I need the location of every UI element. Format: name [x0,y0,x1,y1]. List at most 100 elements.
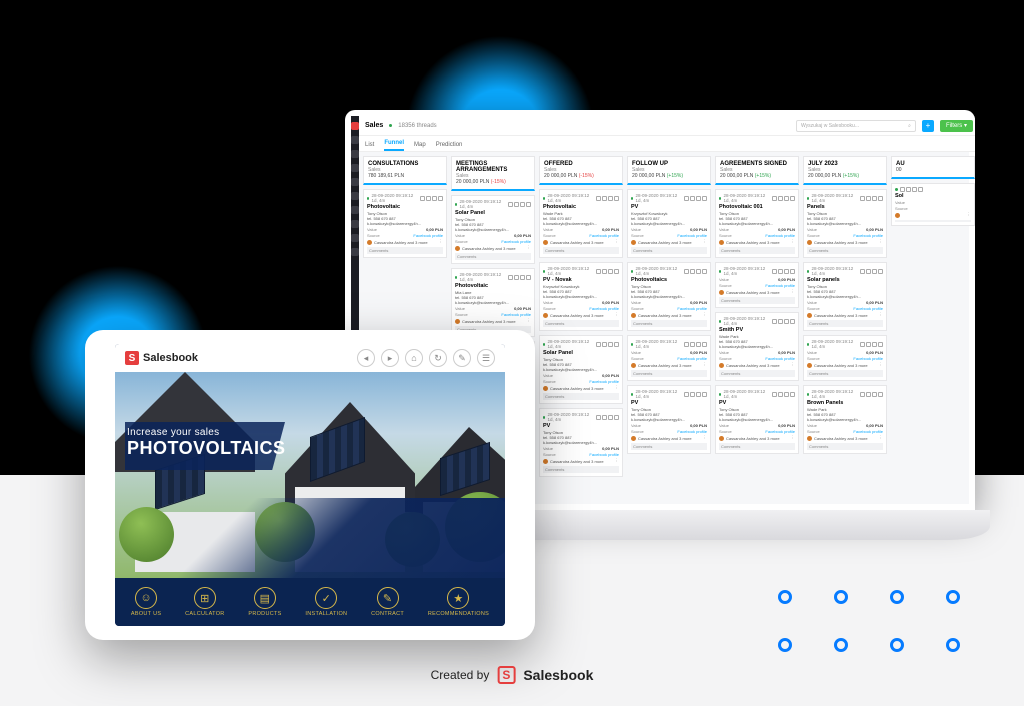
card-action-icons[interactable] [684,392,707,397]
tab-prediction[interactable]: Prediction [436,142,463,151]
card-action-icons[interactable] [860,392,883,397]
kanban-card[interactable]: 28-09-2020 09:19:12 1d, 4mBrown PanelsWa… [803,385,887,454]
card-action-icons[interactable] [596,342,619,347]
kanban-card[interactable]: 28-09-2020 09:19:12 1d, 4mPhotovoltaicsT… [627,262,711,331]
card-source[interactable]: Facebook profile [853,356,883,361]
kanban-card[interactable]: 28-09-2020 09:19:12 1d, 4m Value0,00 PLN… [715,262,799,308]
kanban-card[interactable]: 28-09-2020 09:19:12 1d, 4mPhotovoltaic 0… [715,189,799,258]
sidebar-icon[interactable] [351,248,359,256]
sidebar-icon[interactable] [351,234,359,242]
more-icon[interactable]: ⋮ [615,458,620,464]
card-comments[interactable]: Comments [631,443,707,450]
card-action-icons[interactable] [596,196,619,201]
card-action-icons[interactable] [900,187,923,192]
sidebar-icon[interactable] [351,178,359,186]
card-action-icons[interactable] [772,269,795,274]
more-icon[interactable]: ⋮ [791,435,796,441]
card-source[interactable]: Facebook profile [677,356,707,361]
card-source[interactable]: Facebook profile [853,429,883,434]
more-icon[interactable]: ⋮ [879,239,884,245]
kanban-card[interactable]: Sol Value Source ⋮ [891,183,975,226]
card-comments[interactable]: Comments [631,320,707,327]
more-icon[interactable]: ⋮ [879,435,884,441]
toolbar-icon[interactable]: ▸ [381,349,399,367]
card-comments[interactable]: Comments [807,320,883,327]
card-comments[interactable]: Comments [807,443,883,450]
card-source[interactable]: Facebook profile [677,233,707,238]
card-action-icons[interactable] [508,202,531,207]
card-source[interactable]: Facebook profile [677,306,707,311]
kanban-card[interactable]: 28-09-2020 09:19:12 1d, 4mPhotovoltaicMi… [451,268,535,337]
card-comments[interactable]: Comments [543,466,619,473]
sidebar-icon[interactable] [351,192,359,200]
card-source[interactable]: Facebook profile [589,233,619,238]
kanban-card[interactable]: 28-09-2020 09:19:12 1d, 4mSolar panelsTo… [803,262,887,331]
more-icon[interactable]: ⋮ [791,239,796,245]
tab-list[interactable]: List [365,142,374,151]
card-action-icons[interactable] [772,319,795,324]
tablet-nav-item[interactable]: ☺ABOUT US [131,587,161,617]
card-comments[interactable]: Comments [631,247,707,254]
tablet-nav-item[interactable]: ⊞CALCULATOR [185,587,224,617]
kanban-card[interactable]: 28-09-2020 09:19:12 1d, 4mPhotovoltaicTo… [363,189,447,258]
card-comments[interactable]: Comments [719,297,795,304]
tab-funnel[interactable]: Funnel [384,140,404,151]
card-comments[interactable]: Comments [719,247,795,254]
kanban-card[interactable]: 28-09-2020 09:19:12 1d, 4mSmith PVWade P… [715,312,799,381]
more-icon[interactable]: ⋮ [615,385,620,391]
sidebar-icon[interactable] [351,150,359,158]
kanban-card[interactable]: 28-09-2020 09:19:12 1d, 4mPVTony Olsonte… [715,385,799,454]
card-source[interactable]: Facebook profile [677,429,707,434]
add-button[interactable]: + [922,120,934,132]
kanban-card[interactable]: 28-09-2020 09:19:12 1d, 4m Value0,00 PLN… [627,335,711,381]
tablet-nav-item[interactable]: ▤PRODUCTS [248,587,281,617]
more-icon[interactable]: ⋮ [791,289,796,295]
kanban-card[interactable]: 28-09-2020 09:19:12 1d, 4mPV - NovakKrzy… [539,262,623,331]
more-icon[interactable]: ⋮ [879,312,884,318]
card-action-icons[interactable] [508,275,531,280]
toolbar-icon[interactable]: ☰ [477,349,495,367]
card-source[interactable]: Facebook profile [853,233,883,238]
card-comments[interactable]: Comments [719,443,795,450]
kanban-card[interactable]: 28-09-2020 09:19:12 1d, 4mSolar PanelTon… [451,195,535,264]
card-source[interactable]: Facebook profile [765,233,795,238]
card-action-icons[interactable] [420,196,443,201]
card-source[interactable]: Facebook profile [765,356,795,361]
kanban-card[interactable]: 28-09-2020 09:19:12 1d, 4mPanelsTony Ols… [803,189,887,258]
card-source[interactable]: Facebook profile [589,306,619,311]
more-icon[interactable]: ⋮ [615,312,620,318]
more-icon[interactable]: ⋮ [703,312,708,318]
search-input[interactable]: Wyszukaj w Salesbooku... ⌕ [796,120,916,132]
tablet-nav-item[interactable]: ✎CONTRACT [371,587,404,617]
card-action-icons[interactable] [860,269,883,274]
card-source[interactable]: Facebook profile [589,379,619,384]
card-comments[interactable] [895,220,971,222]
card-source[interactable]: Facebook profile [501,312,531,317]
tablet-nav-item[interactable]: ★RECOMMENDATIONS [428,587,489,617]
toolbar-icon[interactable]: ⌂ [405,349,423,367]
card-action-icons[interactable] [860,196,883,201]
sidebar-icon[interactable] [351,164,359,172]
card-comments[interactable]: Comments [455,253,531,260]
toolbar-icon[interactable]: ↻ [429,349,447,367]
card-action-icons[interactable] [684,269,707,274]
card-comments[interactable]: Comments [631,370,707,377]
tablet-nav-item[interactable]: ✓INSTALLATION [305,587,347,617]
more-icon[interactable]: ⋮ [439,239,444,245]
card-action-icons[interactable] [860,342,883,347]
sidebar-icon[interactable] [351,220,359,228]
more-icon[interactable]: ⋮ [703,435,708,441]
card-comments[interactable]: Comments [719,370,795,377]
card-comments[interactable]: Comments [807,370,883,377]
card-comments[interactable]: Comments [367,247,443,254]
kanban-card[interactable]: 28-09-2020 09:19:12 1d, 4mPVTony Olsonte… [627,385,711,454]
sidebar-icon[interactable] [351,136,359,144]
kanban-card[interactable]: 28-09-2020 09:19:12 1d, 4m Value0,00 PLN… [803,335,887,381]
card-comments[interactable]: Comments [543,247,619,254]
card-comments[interactable]: Comments [807,247,883,254]
kanban-card[interactable]: 28-09-2020 09:19:12 1d, 4mPVKrzysztof Ko… [627,189,711,258]
card-source[interactable]: Facebook profile [765,283,795,288]
more-icon[interactable]: ⋮ [527,318,532,324]
toolbar-icon[interactable]: ◂ [357,349,375,367]
card-action-icons[interactable] [772,196,795,201]
